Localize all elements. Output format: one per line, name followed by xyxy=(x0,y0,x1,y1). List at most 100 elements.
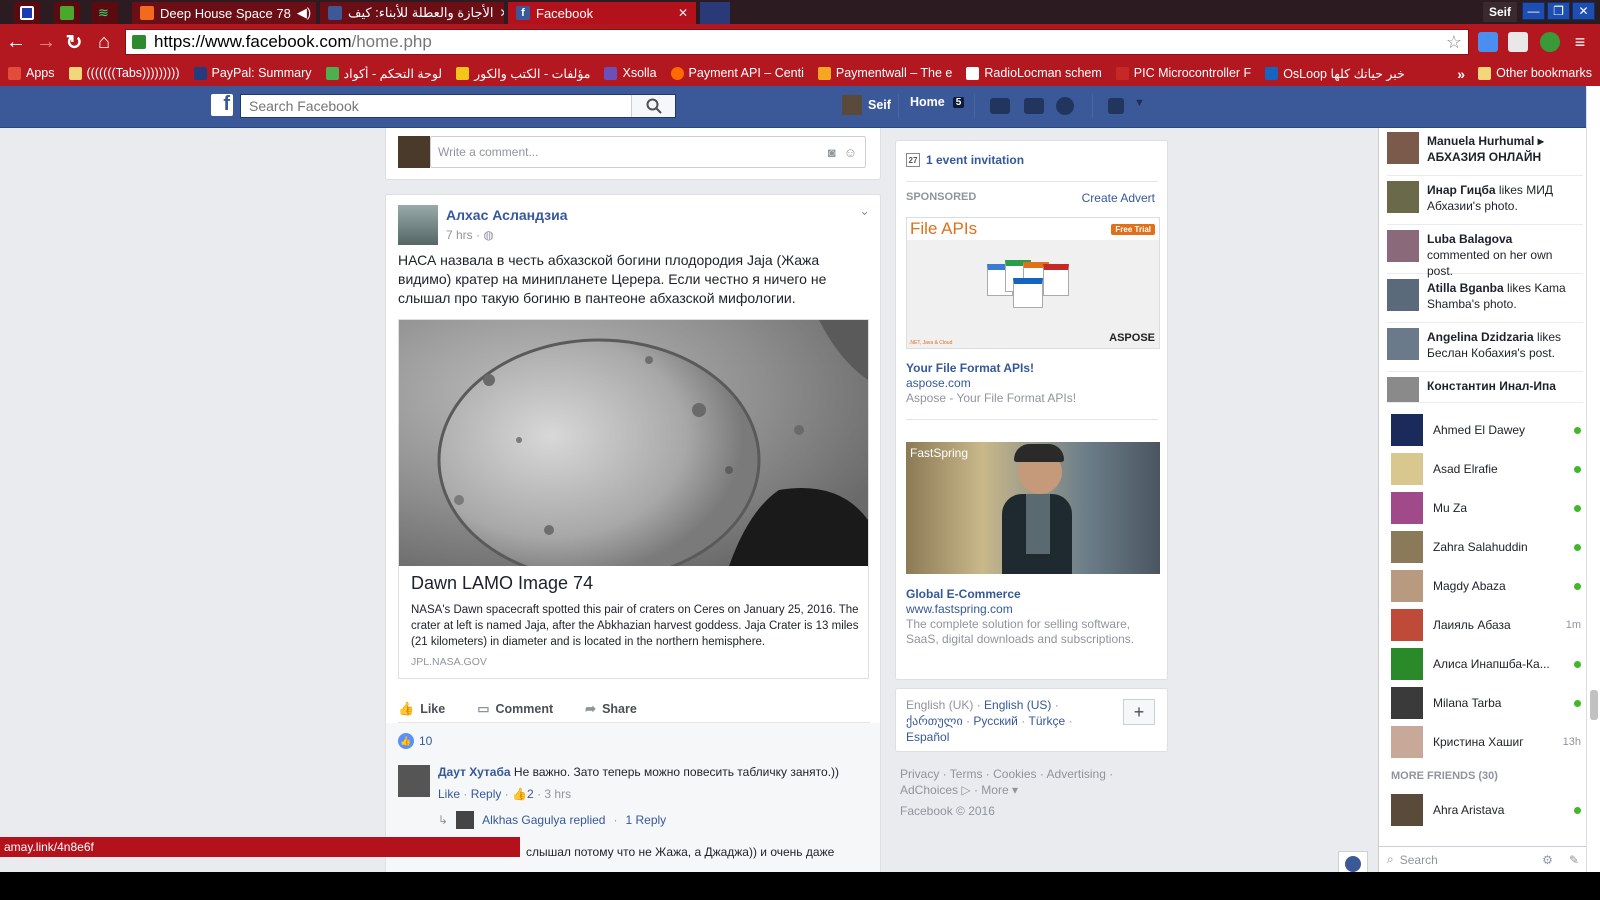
search-button[interactable] xyxy=(631,95,675,117)
emoji-icon[interactable]: ☺ xyxy=(844,145,857,160)
footer-link[interactable]: More xyxy=(981,783,1008,797)
page-scrollbar[interactable] xyxy=(1586,86,1600,872)
facebook-logo-icon[interactable]: f xyxy=(211,93,233,116)
post-author-name[interactable]: Алхас Асландзиа xyxy=(446,207,568,223)
chat-search[interactable]: ⌕ Search ⚙ ✎ xyxy=(1379,846,1586,872)
bookmark-item[interactable]: Apps xyxy=(8,66,55,80)
bookmark-item[interactable]: لوحة التحكم - أكواد xyxy=(325,66,442,81)
browser-tab-pinned-3[interactable]: ≋ xyxy=(92,2,118,24)
translate-extension-icon[interactable] xyxy=(1478,32,1498,52)
camera-icon[interactable]: ◙ xyxy=(828,145,836,160)
browser-tab-pinned-1[interactable] xyxy=(14,2,40,24)
ad-url[interactable]: aspose.com xyxy=(906,376,971,390)
minimize-icon[interactable]: — xyxy=(1522,2,1545,20)
bookmark-item[interactable]: RadioLocman schem xyxy=(966,66,1102,80)
share-button[interactable]: ➦ Share xyxy=(585,701,637,717)
chat-friend[interactable]: Magdy Abaza xyxy=(1391,568,1581,604)
commenter-avatar[interactable] xyxy=(398,765,430,797)
other-bookmarks[interactable]: Other bookmarks xyxy=(1478,60,1592,86)
chat-friend[interactable]: Milana Tarba xyxy=(1391,685,1581,721)
compose-icon[interactable]: ✎ xyxy=(1569,853,1579,867)
restore-icon[interactable]: ❐ xyxy=(1547,2,1570,20)
bookmark-item[interactable]: مؤلفات - الكتب والكور xyxy=(456,66,590,81)
chat-friend[interactable]: Ahmed El Dawey xyxy=(1391,412,1581,448)
ticker-item[interactable]: Luba Balagova commented on her own post. xyxy=(1387,226,1583,278)
post-options-chevron-down-icon[interactable]: ⌄ xyxy=(859,203,870,219)
bookmark-item[interactable]: OsLoop خبر حياتك كلها xyxy=(1265,66,1405,81)
cube-extension-icon[interactable] xyxy=(1508,32,1528,52)
browser-tab-deep-house[interactable]: Deep House Space 78 ◀) ✕ xyxy=(132,2,316,24)
ticker-item[interactable]: Константин Инал-Ипа xyxy=(1387,373,1583,403)
bookmarks-overflow-icon[interactable]: » xyxy=(1457,66,1465,82)
forward-arrow-icon[interactable]: → xyxy=(34,30,58,54)
language-link[interactable]: Русский xyxy=(973,714,1018,728)
ad-banner-aspose[interactable]: File APIs Free Trial ASPOSE .NET, Java &… xyxy=(906,217,1160,349)
browser-profile-button[interactable]: Seif xyxy=(1483,2,1517,22)
notifications-globe-icon[interactable] xyxy=(1056,97,1074,115)
friend-requests-icon[interactable] xyxy=(990,98,1010,114)
ticker-item[interactable]: Angelina Dzidzaria likes Беслан Кобахия'… xyxy=(1387,324,1583,372)
bookmark-item[interactable]: PIC Microcontroller F xyxy=(1115,66,1251,80)
ad-title[interactable]: Your File Format APIs! xyxy=(906,361,1034,375)
ticker-item[interactable]: Инар Гицба likes МИД Абхазии's photo. xyxy=(1387,177,1583,225)
menu-icon[interactable]: ≡ xyxy=(1568,30,1592,54)
profile-link[interactable]: Seif xyxy=(842,95,891,115)
chat-friend[interactable]: Алиса Инапшба-Ка... xyxy=(1391,646,1581,682)
bookmark-item[interactable]: Xsolla xyxy=(604,66,657,80)
ad-title[interactable]: Global E-Commerce xyxy=(906,587,1021,601)
bookmark-item[interactable]: Payment API – Centi xyxy=(670,66,804,80)
home-link[interactable]: Home 5 xyxy=(910,95,965,109)
gear-icon[interactable]: ⚙ xyxy=(1542,853,1553,867)
footer-link[interactable]: Advertising xyxy=(1047,767,1106,781)
language-link[interactable]: Español xyxy=(906,730,949,744)
chat-friend[interactable]: Mu Za xyxy=(1391,490,1581,526)
footer-link[interactable]: Terms xyxy=(950,767,983,781)
comment-button[interactable]: ▭ Comment xyxy=(477,701,553,717)
messages-icon[interactable] xyxy=(1024,98,1044,114)
language-link[interactable]: ქართული xyxy=(906,714,963,728)
ad-url[interactable]: www.fastspring.com xyxy=(906,602,1013,616)
like-button[interactable]: 👍 Like xyxy=(398,701,445,717)
privacy-shortcuts-icon[interactable] xyxy=(1108,98,1124,114)
account-dropdown-chevron-down-icon[interactable]: ▼ xyxy=(1134,97,1145,109)
ad-banner-fastspring[interactable]: FastSpring xyxy=(906,442,1160,574)
bookmark-star-icon[interactable]: ☆ xyxy=(1446,32,1462,53)
ticker-item[interactable]: Manuela Hurhumal ▸ АБХАЗИЯ ОНЛАЙН xyxy=(1387,128,1583,176)
chat-friend[interactable]: Кристина Хашиг 13h xyxy=(1391,724,1581,760)
search-input[interactable] xyxy=(241,95,631,117)
new-tab-button[interactable] xyxy=(700,2,730,24)
ticker-item[interactable]: Atilla Bganba likes Kama Shamba's photo. xyxy=(1387,275,1583,323)
chat-friend[interactable]: Asad Elrafie xyxy=(1391,451,1581,487)
footer-link[interactable]: AdChoices xyxy=(900,783,958,797)
window-close-icon[interactable]: ✕ xyxy=(1572,2,1595,20)
bookmark-item[interactable]: PayPal: Summary xyxy=(193,66,312,80)
back-arrow-icon[interactable]: ← xyxy=(4,30,28,54)
post-author-avatar[interactable] xyxy=(398,205,438,245)
comment-author[interactable]: Даут Хутаба xyxy=(438,765,511,779)
chat-friend[interactable]: Лаияль Абаза 1m xyxy=(1391,607,1581,643)
chat-friend[interactable]: Ahra Aristava xyxy=(1391,792,1581,828)
chat-friend[interactable]: Zahra Salahuddin xyxy=(1391,529,1581,565)
language-link[interactable]: English (US) xyxy=(984,698,1051,712)
language-link[interactable]: Türkçe xyxy=(1029,714,1066,728)
browser-tab-arabic[interactable]: الأجازة والعطلة للأبناء: كيف ✕ xyxy=(320,2,504,24)
globe-extension-icon[interactable] xyxy=(1540,32,1560,52)
address-bar[interactable]: https://www.facebook.com/home.php ☆ xyxy=(125,29,1469,55)
bookmark-item[interactable]: (((((((Tabs))))))))) xyxy=(68,66,180,80)
home-icon[interactable]: ⌂ xyxy=(92,30,116,54)
event-invitation-link[interactable]: 27 1 event invitation xyxy=(906,153,1024,167)
scrollbar-thumb[interactable] xyxy=(1590,690,1598,720)
more-languages-button[interactable]: + xyxy=(1123,699,1155,725)
likes-summary[interactable]: 👍 10 xyxy=(398,733,432,749)
create-advert-link[interactable]: Create Advert xyxy=(1082,191,1155,205)
footer-link[interactable]: Privacy xyxy=(900,767,939,781)
replies-summary[interactable]: ↳ Alkhas Gagulya replied · 1 Reply xyxy=(438,811,666,829)
browser-tab-facebook[interactable]: f Facebook ✕ xyxy=(508,2,696,24)
comment-reply-link[interactable]: Reply xyxy=(471,787,502,801)
bookmark-item[interactable]: Paymentwall – The e xyxy=(817,66,952,80)
comment-likes[interactable]: 👍2 xyxy=(512,787,534,801)
footer-link[interactable]: Cookies xyxy=(993,767,1036,781)
comment-like-link[interactable]: Like xyxy=(438,787,460,801)
tab-close-icon[interactable]: ✕ xyxy=(500,6,504,20)
post-timestamp[interactable]: 7 hrs · ◍ xyxy=(446,228,494,242)
